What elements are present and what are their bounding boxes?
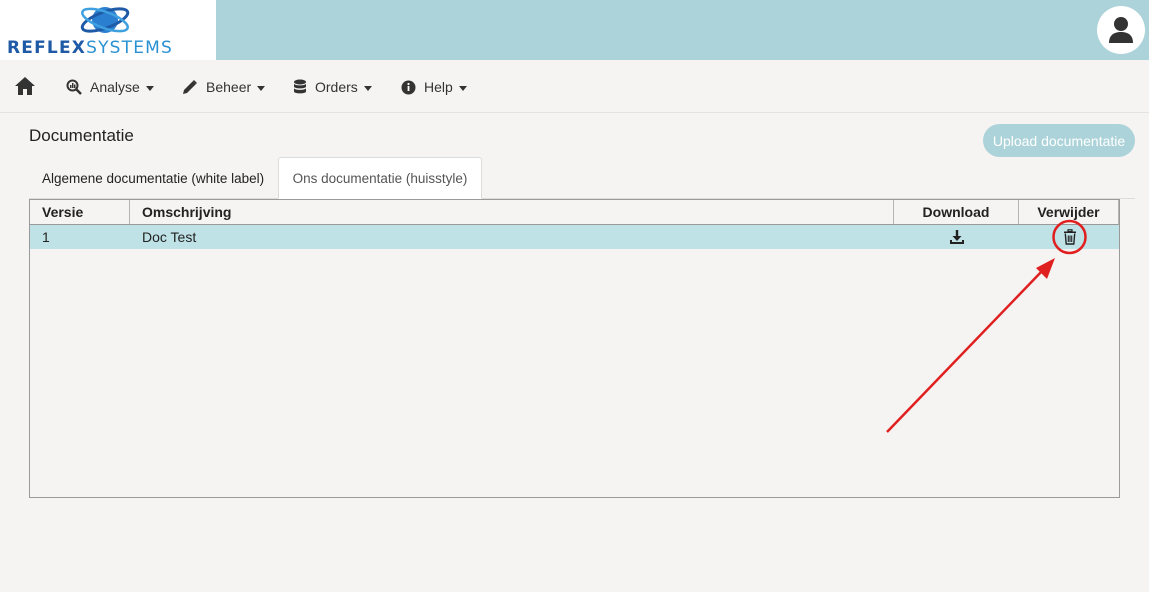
chart-search-icon — [66, 79, 82, 95]
tab-general-documentation[interactable]: Algemene documentatie (white label) — [29, 157, 277, 199]
trash-icon — [1064, 229, 1076, 245]
user-menu-button[interactable] — [1097, 6, 1145, 54]
top-header: REFLEXSYSTEMS — [0, 0, 1149, 60]
caret-down-icon — [145, 85, 154, 91]
logo-text-part2: SYSTEMS — [86, 38, 174, 58]
database-icon — [294, 79, 306, 94]
cell-omschrijving: Doc Test — [142, 229, 197, 245]
page-title: Documentatie — [29, 126, 134, 145]
documents-table: Versie Omschrijving Download Verwijder 1… — [29, 199, 1120, 498]
main-nav: Analyse Beheer Orders Help — [0, 60, 1149, 113]
table-header: Versie Omschrijving Download Verwijder — [30, 200, 1119, 225]
tab-own-documentation[interactable]: Ons documentatie (huisstyle) — [278, 157, 482, 199]
nav-beheer-label: Beheer — [206, 79, 252, 95]
nav-analyse[interactable]: Analyse — [66, 77, 154, 97]
cell-versie: 1 — [42, 229, 50, 245]
home-icon — [15, 77, 35, 95]
caret-down-icon — [363, 85, 372, 91]
column-header-versie[interactable]: Versie — [30, 200, 130, 224]
pencil-icon — [183, 80, 197, 94]
nav-beheer[interactable]: Beheer — [182, 77, 266, 97]
column-header-verwijder[interactable]: Verwijder — [1019, 200, 1119, 224]
logo-text-part1: REFLEX — [7, 38, 87, 58]
nav-orders[interactable]: Orders — [293, 77, 372, 97]
table-row[interactable]: 1 Doc Test — [30, 225, 1119, 249]
caret-down-icon — [257, 85, 266, 91]
logo[interactable]: REFLEXSYSTEMS — [0, 0, 216, 60]
info-icon — [401, 80, 416, 94]
logo-globe-icon — [80, 7, 130, 33]
nav-help[interactable]: Help — [401, 77, 467, 97]
logo-text: REFLEXSYSTEMS — [7, 38, 173, 58]
download-button[interactable] — [948, 225, 966, 249]
download-icon — [950, 230, 964, 244]
upload-documentation-button[interactable]: Upload documentatie — [983, 124, 1135, 157]
column-header-download[interactable]: Download — [894, 200, 1019, 224]
delete-button[interactable] — [1061, 225, 1079, 249]
nav-analyse-label: Analyse — [90, 79, 140, 95]
column-header-omschrijving[interactable]: Omschrijving — [130, 200, 894, 224]
user-icon — [1109, 17, 1133, 43]
nav-orders-label: Orders — [315, 79, 358, 95]
home-button[interactable] — [14, 76, 36, 101]
nav-help-label: Help — [424, 79, 453, 95]
caret-down-icon — [458, 85, 467, 91]
